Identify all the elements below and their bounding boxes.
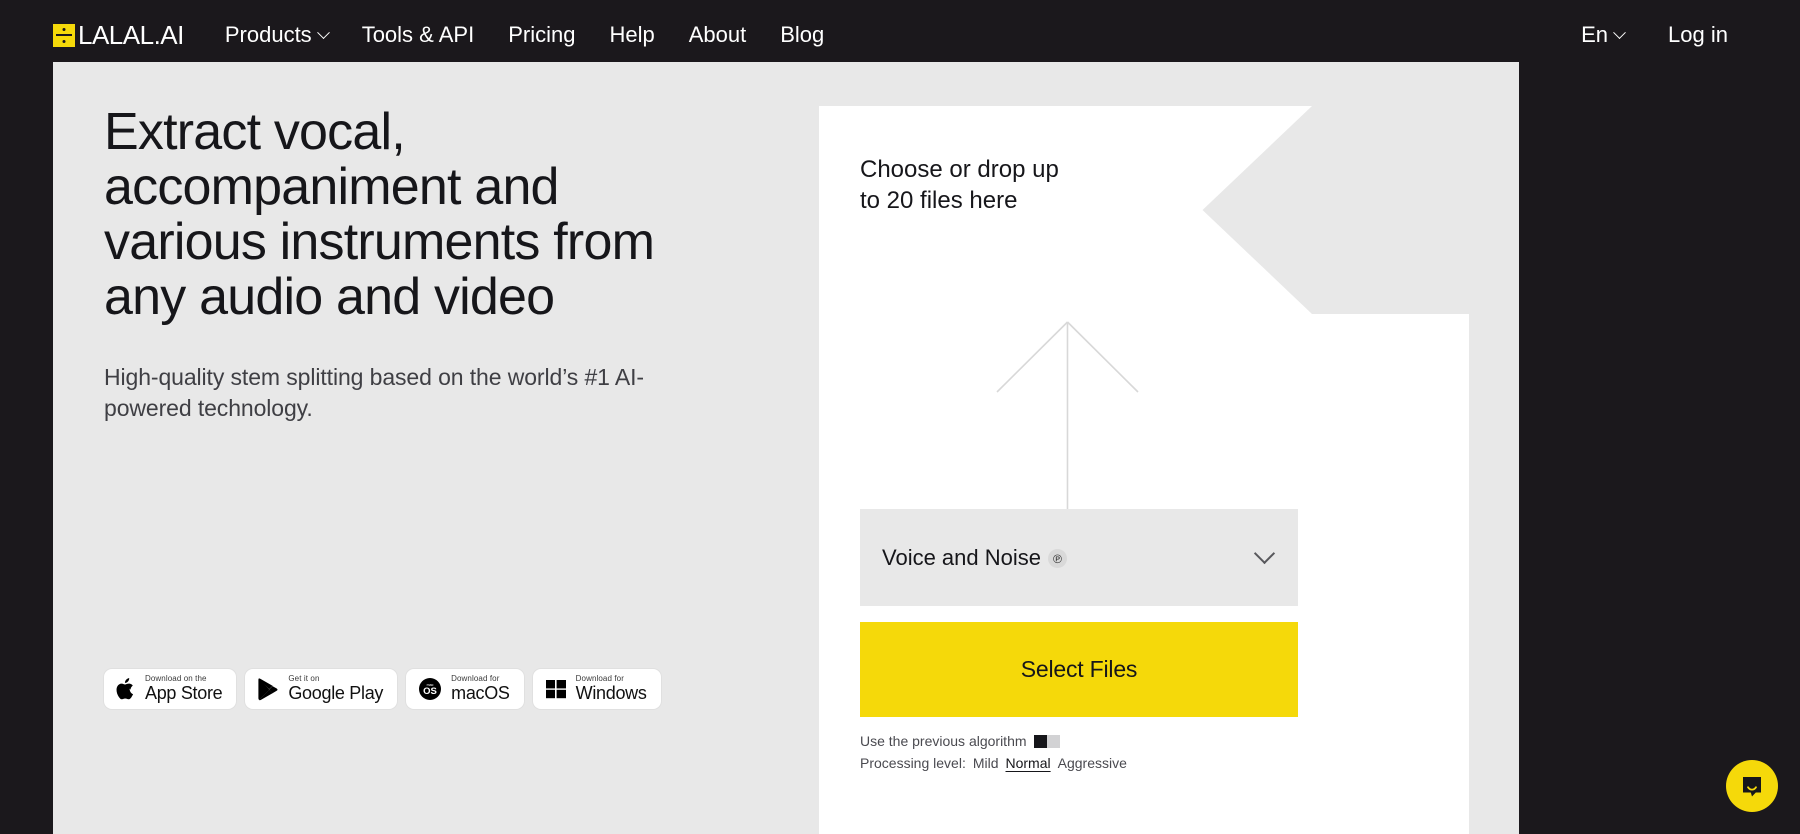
processing-level-label: Processing level:	[860, 755, 966, 771]
processing-level-mild[interactable]: Mild	[973, 752, 999, 774]
stem-preset-value-wrap: Voice and Noise ℗	[882, 545, 1067, 571]
nav-item-help[interactable]: Help	[592, 24, 671, 46]
app-store-text: Download on the App Store	[145, 674, 223, 703]
site-header: LALAL.AI Products Tools & API Pricing He…	[0, 0, 1800, 70]
macos-text: Download for macOS	[451, 675, 510, 703]
google-play-text: Get it on Google Play	[288, 675, 383, 703]
nav-item-pricing[interactable]: Pricing	[491, 24, 592, 46]
page-root: LALAL.AI Products Tools & API Pricing He…	[0, 0, 1800, 834]
nav-label: Products	[224, 22, 312, 47]
page-subtitle: High-quality stem splitting based on the…	[104, 364, 644, 421]
previous-algorithm-toggle[interactable]	[1033, 734, 1060, 748]
processing-level-normal[interactable]: Normal	[1006, 752, 1051, 774]
previous-algorithm-label: Use the previous algorithm	[860, 733, 1027, 749]
language-selector[interactable]: En	[1559, 24, 1646, 46]
macos-icon: OS mac	[418, 677, 442, 701]
windows-label: Windows	[575, 683, 647, 703]
app-store-button[interactable]: Download on the App Store	[104, 669, 237, 709]
page-title: Extract vocal, accompaniment and various…	[104, 103, 655, 326]
google-play-caption: Get it on	[288, 674, 320, 683]
svg-text:mac: mac	[427, 683, 434, 687]
nav-item-blog[interactable]: Blog	[763, 24, 841, 46]
premium-badge-icon: ℗	[1048, 549, 1067, 568]
hero-panel: Extract vocal, accompaniment and various…	[53, 62, 1519, 834]
upload-options: Use the previous algorithm Processing le…	[860, 730, 1300, 774]
app-store-caption: Download on the	[145, 674, 207, 683]
language-label: En	[1581, 22, 1609, 47]
previous-algorithm-row: Use the previous algorithm	[860, 730, 1300, 752]
login-button[interactable]: Log in	[1646, 24, 1750, 46]
macos-button[interactable]: OS mac Download for macOS	[406, 669, 524, 709]
chevron-down-icon	[316, 25, 330, 39]
google-play-label: Google Play	[288, 683, 384, 703]
windows-icon	[545, 678, 567, 700]
chat-widget-button[interactable]	[1726, 760, 1778, 812]
stem-preset-selector[interactable]: Voice and Noise ℗	[860, 509, 1298, 606]
app-store-label: App Store	[145, 683, 223, 703]
nav-item-about[interactable]: About	[672, 24, 764, 46]
nav-item-tools-api[interactable]: Tools & API	[345, 24, 492, 46]
apple-icon	[116, 677, 136, 701]
toggle-knob	[1033, 734, 1047, 748]
processing-level-aggressive[interactable]: Aggressive	[1058, 752, 1127, 774]
logo[interactable]: LALAL.AI	[53, 22, 184, 48]
windows-button[interactable]: Download for Windows	[532, 669, 661, 709]
windows-caption: Download for	[575, 674, 624, 683]
macos-label: macOS	[451, 683, 510, 703]
division-square-icon	[53, 23, 75, 47]
hero-copy: Extract vocal, accompaniment and various…	[104, 105, 724, 424]
chevron-down-icon	[1613, 25, 1626, 39]
chevron-down-icon	[1253, 542, 1276, 565]
google-play-icon	[257, 677, 279, 701]
app-download-badges: Download on the App Store Get it on Goog…	[104, 669, 661, 709]
svg-text:OS: OS	[423, 686, 437, 697]
chat-bubble-icon	[1743, 777, 1761, 797]
primary-nav: Products Tools & API Pricing Help About …	[208, 24, 841, 46]
google-play-button[interactable]: Get it on Google Play	[245, 669, 398, 709]
logo-text: LALAL.AI	[78, 20, 184, 50]
processing-level-row: Processing level: Mild Normal Aggressive	[860, 752, 1300, 774]
macos-caption: Download for	[451, 674, 500, 683]
select-files-button[interactable]: Select Files	[860, 622, 1298, 717]
upload-dropzone[interactable]	[819, 106, 1469, 834]
header-actions: En Log in	[1559, 24, 1750, 46]
windows-text: Download for Windows	[576, 675, 647, 703]
stem-preset-value: Voice and Noise	[882, 544, 1041, 570]
nav-item-products[interactable]: Products	[208, 24, 345, 46]
